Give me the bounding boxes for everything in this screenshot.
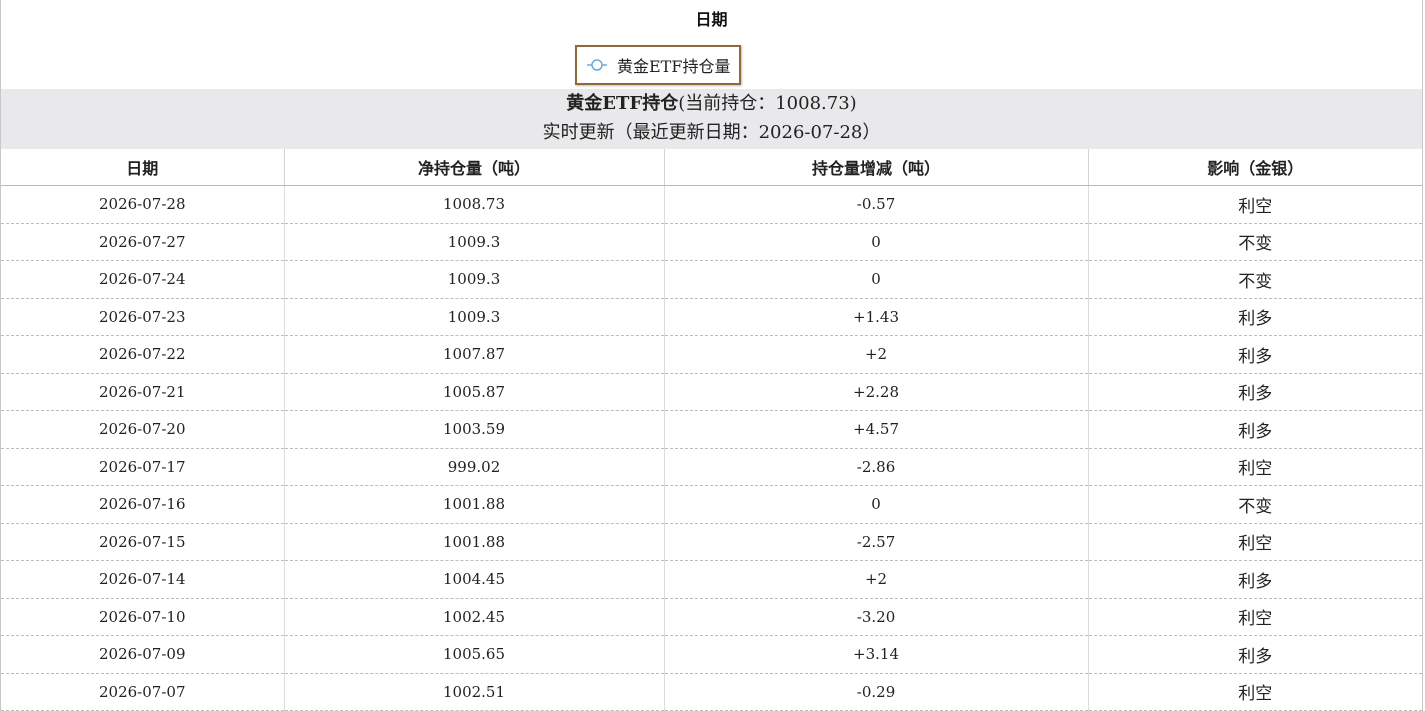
summary-title: 黄金ETF持仓(当前持仓：1008.73) — [1, 89, 1422, 119]
cell-date: 2026-07-24 — [1, 260, 285, 299]
table-row: 2026-07-28 1008.73 -0.57 利空 — [1, 185, 1422, 224]
legend-label: 黄金ETF持仓量 — [617, 57, 731, 76]
legend-toggle-button[interactable]: 黄金ETF持仓量 — [575, 45, 741, 85]
cell-impact: 利空 — [1088, 673, 1422, 711]
cell-impact: 利多 — [1088, 560, 1422, 599]
cell-date: 2026-07-27 — [1, 223, 285, 261]
column-header-impact: 影响（金银） — [1088, 149, 1422, 186]
cell-holding: 1008.73 — [284, 185, 665, 224]
cell-change: -0.29 — [664, 673, 1089, 711]
cell-change: -3.20 — [664, 598, 1089, 636]
cell-impact: 利多 — [1088, 373, 1422, 411]
cell-change: +1.43 — [664, 298, 1089, 336]
cell-holding: 999.02 — [284, 448, 665, 486]
summary-update-line: 实时更新（最近更新日期：2026-07-28） — [542, 122, 881, 143]
cell-holding: 1002.45 — [284, 598, 665, 636]
cell-impact: 不变 — [1088, 223, 1422, 261]
cell-impact: 不变 — [1088, 260, 1422, 299]
cell-date: 2026-07-21 — [1, 373, 285, 411]
cell-holding: 1009.3 — [284, 223, 665, 261]
table-row: 2026-07-23 1009.3 +1.43 利多 — [1, 298, 1422, 336]
cell-date: 2026-07-23 — [1, 298, 285, 336]
cell-change: 0 — [664, 485, 1089, 524]
table-row: 2026-07-22 1007.87 +2 利多 — [1, 335, 1422, 374]
cell-impact: 不变 — [1088, 485, 1422, 524]
cell-change: 0 — [664, 223, 1089, 261]
table-row: 2026-07-10 1002.45 -3.20 利空 — [1, 598, 1422, 636]
cell-holding: 1003.59 — [284, 410, 665, 449]
column-header-change: 持仓量增减（吨） — [664, 149, 1089, 186]
cell-date: 2026-07-28 — [1, 185, 285, 224]
table-header-row: 日期 净持仓量（吨） 持仓量增减（吨） 影响（金银） — [1, 149, 1422, 186]
cell-change: +4.57 — [664, 410, 1089, 449]
cell-impact: 利多 — [1088, 298, 1422, 336]
cell-date: 2026-07-20 — [1, 410, 285, 449]
cell-date: 2026-07-10 — [1, 598, 285, 636]
cell-change: +2.28 — [664, 373, 1089, 411]
cell-impact: 利空 — [1088, 598, 1422, 636]
cell-change: +2 — [664, 335, 1089, 374]
cell-change: -0.57 — [664, 185, 1089, 224]
cell-change: -2.57 — [664, 523, 1089, 561]
cell-impact: 利多 — [1088, 635, 1422, 674]
cell-change: +3.14 — [664, 635, 1089, 674]
table-row: 2026-07-09 1005.65 +3.14 利多 — [1, 635, 1422, 674]
cell-change: -2.86 — [664, 448, 1089, 486]
series-toggle-icon — [577, 47, 617, 83]
cell-change: 0 — [664, 260, 1089, 299]
cell-date: 2026-07-14 — [1, 560, 285, 599]
cell-holding: 1001.88 — [284, 485, 665, 524]
etf-holdings-table: 日期 净持仓量（吨） 持仓量增减（吨） 影响（金银） 2026-07-28 10… — [1, 149, 1422, 711]
column-header-date: 日期 — [1, 149, 285, 186]
cell-date: 2026-07-16 — [1, 485, 285, 524]
table-row: 2026-07-14 1004.45 +2 利多 — [1, 560, 1422, 599]
cell-holding: 1004.45 — [284, 560, 665, 599]
cell-holding: 1002.51 — [284, 673, 665, 711]
cell-holding: 1009.3 — [284, 298, 665, 336]
table-row: 2026-07-20 1003.59 +4.57 利多 — [1, 410, 1422, 449]
cell-date: 2026-07-07 — [1, 673, 285, 711]
chart-axis-label: 日期 — [695, 10, 728, 29]
cell-date: 2026-07-15 — [1, 523, 285, 561]
cell-change: +2 — [664, 560, 1089, 599]
cell-impact: 利多 — [1088, 410, 1422, 449]
cell-date: 2026-07-22 — [1, 335, 285, 374]
column-header-holding: 净持仓量（吨） — [284, 149, 665, 186]
table-row: 2026-07-27 1009.3 0 不变 — [1, 223, 1422, 261]
summary-current-holding: (当前持仓：1008.73) — [678, 93, 857, 114]
cell-impact: 利空 — [1088, 523, 1422, 561]
table-row: 2026-07-21 1005.87 +2.28 利多 — [1, 373, 1422, 411]
cell-date: 2026-07-09 — [1, 635, 285, 674]
table-row: 2026-07-07 1002.51 -0.29 利空 — [1, 673, 1422, 711]
cell-holding: 1009.3 — [284, 260, 665, 299]
cell-impact: 利多 — [1088, 335, 1422, 374]
summary-banner: 黄金ETF持仓(当前持仓：1008.73) 实时更新（最近更新日期：2026-0… — [1, 89, 1422, 149]
table-row: 2026-07-24 1009.3 0 不变 — [1, 260, 1422, 299]
summary-title-bold: 黄金ETF持仓 — [566, 93, 679, 114]
cell-holding: 1005.87 — [284, 373, 665, 411]
cell-holding: 1001.88 — [284, 523, 665, 561]
cell-impact: 利空 — [1088, 185, 1422, 224]
table-row: 2026-07-16 1001.88 0 不变 — [1, 485, 1422, 524]
table-row: 2026-07-17 999.02 -2.86 利空 — [1, 448, 1422, 486]
cell-holding: 1005.65 — [284, 635, 665, 674]
cell-impact: 利空 — [1088, 448, 1422, 486]
cell-date: 2026-07-17 — [1, 448, 285, 486]
cell-holding: 1007.87 — [284, 335, 665, 374]
table-row: 2026-07-15 1001.88 -2.57 利空 — [1, 523, 1422, 561]
